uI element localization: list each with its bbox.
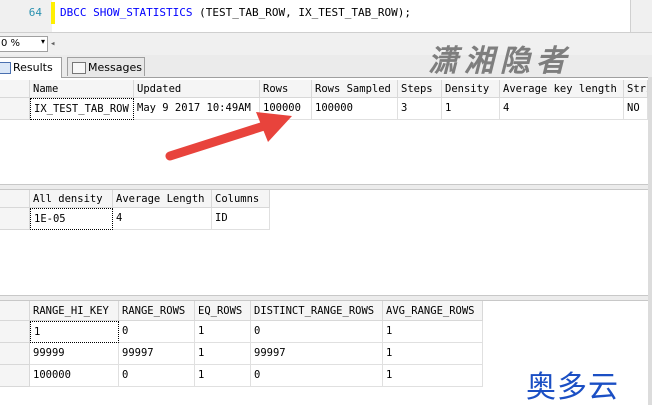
- col-header[interactable]: Name: [30, 80, 134, 98]
- row-header[interactable]: [0, 321, 30, 343]
- corner-cell[interactable]: [0, 301, 30, 321]
- annotation-arrow: [165, 112, 292, 161]
- code-args: (TEST_TAB_ROW, IX_TEST_TAB_ROW);: [192, 6, 411, 19]
- tab-messages-label: Messages: [88, 61, 142, 74]
- table-cell[interactable]: 0: [119, 365, 195, 387]
- chevron-down-icon[interactable]: ▾: [41, 37, 45, 46]
- col-header[interactable]: EQ_ROWS: [195, 301, 251, 321]
- tab-messages[interactable]: Messages: [67, 57, 145, 76]
- row-header[interactable]: [0, 98, 30, 120]
- table-cell[interactable]: NO: [624, 98, 648, 120]
- line-number: 64: [28, 6, 42, 19]
- table-cell[interactable]: 0: [251, 365, 383, 387]
- col-header[interactable]: Average Length: [113, 190, 212, 208]
- table-cell[interactable]: 1: [442, 98, 500, 120]
- table-cell[interactable]: 100000: [30, 365, 119, 387]
- col-header[interactable]: Average key length: [500, 80, 624, 98]
- table-cell[interactable]: ID: [212, 208, 270, 230]
- scroll-left-icon[interactable]: ◂: [50, 39, 55, 49]
- vertical-scrollbar-results[interactable]: [648, 77, 652, 405]
- table-cell[interactable]: 4: [113, 208, 212, 230]
- col-header[interactable]: Rows: [260, 80, 312, 98]
- zoom-value: 0 %: [1, 38, 21, 49]
- watermark-bottom: 奥多云: [526, 370, 619, 405]
- table-cell[interactable]: 1: [195, 343, 251, 365]
- col-header[interactable]: Updated: [134, 80, 260, 98]
- watermark-top: 潇湘隐者: [428, 44, 572, 79]
- corner-cell[interactable]: [0, 80, 30, 98]
- col-header[interactable]: RANGE_ROWS: [119, 301, 195, 321]
- col-header[interactable]: Steps: [398, 80, 442, 98]
- table-cell[interactable]: 0: [119, 321, 195, 343]
- row-header[interactable]: [0, 365, 30, 387]
- table-cell[interactable]: 3: [398, 98, 442, 120]
- table-cell[interactable]: IX_TEST_TAB_ROW: [30, 98, 134, 120]
- col-header[interactable]: Columns: [212, 190, 270, 208]
- query-editor[interactable]: 64 DBCC SHOW_STATISTICS (TEST_TAB_ROW, I…: [0, 0, 652, 32]
- tab-results[interactable]: Results: [0, 57, 62, 78]
- stat-header-grid[interactable]: Name Updated Rows Rows Sampled Steps Den…: [0, 80, 652, 184]
- col-header[interactable]: All density: [30, 190, 113, 208]
- row-header[interactable]: [0, 343, 30, 365]
- col-header[interactable]: RANGE_HI_KEY: [30, 301, 119, 321]
- table-cell[interactable]: 4: [500, 98, 624, 120]
- table-cell[interactable]: 1: [383, 365, 483, 387]
- table-cell[interactable]: 1: [195, 365, 251, 387]
- table-cell[interactable]: 99997: [251, 343, 383, 365]
- corner-cell[interactable]: [0, 190, 30, 208]
- table-cell[interactable]: 1: [383, 321, 483, 343]
- table-cell[interactable]: 100000: [312, 98, 398, 120]
- col-header[interactable]: DISTINCT_RANGE_ROWS: [251, 301, 383, 321]
- row-header[interactable]: [0, 208, 30, 230]
- table-cell[interactable]: 1: [383, 343, 483, 365]
- vertical-scrollbar[interactable]: [630, 0, 652, 32]
- col-header[interactable]: Stri: [624, 80, 648, 98]
- tab-results-label: Results: [13, 61, 53, 74]
- col-header[interactable]: Rows Sampled: [312, 80, 398, 98]
- col-header[interactable]: AVG_RANGE_ROWS: [383, 301, 483, 321]
- table-cell[interactable]: 0: [251, 321, 383, 343]
- table-cell[interactable]: 1: [30, 321, 119, 343]
- table-cell[interactable]: 99997: [119, 343, 195, 365]
- col-header[interactable]: Density: [442, 80, 500, 98]
- messages-icon: [72, 62, 86, 74]
- table-cell[interactable]: 1: [195, 321, 251, 343]
- density-grid[interactable]: All density Average Length Columns 1E-05…: [0, 190, 652, 294]
- code-keyword: DBCC SHOW_STATISTICS: [60, 6, 193, 19]
- zoom-select[interactable]: 0 % ▾: [0, 36, 48, 52]
- change-marker: [51, 2, 55, 24]
- table-cell[interactable]: 99999: [30, 343, 119, 365]
- grid-icon: [0, 62, 11, 74]
- code-line[interactable]: DBCC SHOW_STATISTICS (TEST_TAB_ROW, IX_T…: [60, 6, 411, 19]
- table-cell[interactable]: 1E-05: [30, 208, 113, 230]
